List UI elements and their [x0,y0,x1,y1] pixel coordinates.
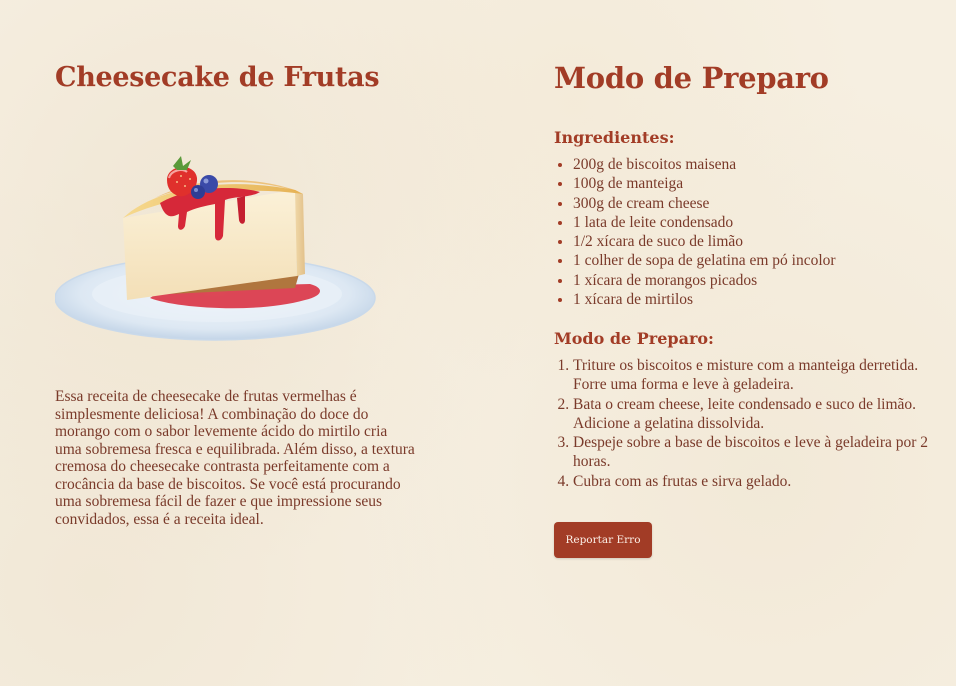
steps-list: Triture os biscoitos e misture com a man… [554,356,933,491]
ingredient-item: 1 xícara de morangos picados [573,271,836,290]
preparation-section: Modo de Preparo Ingredientes: 200g de bi… [554,56,928,558]
step-item: Bata o cream cheese, leite condensado e … [573,395,933,434]
recipe-title: Cheesecake de Frutas [55,62,380,93]
steps-heading: Modo de Preparo: [554,329,714,348]
ingredient-item: 1 colher de sopa de gelatina em pó incol… [573,251,836,270]
recipe-description: Essa receita de cheesecake de frutas ver… [55,388,415,528]
step-item: Triture os biscoitos e misture com a man… [573,356,933,395]
ingredient-item: 200g de biscoitos maisena [573,155,836,174]
ingredient-item: 1/2 xícara de suco de limão [573,232,836,251]
ingredients-list: 200g de biscoitos maisena 100g de mantei… [554,155,836,309]
ingredient-item: 1 lata de leite condensado [573,213,836,232]
report-error-button[interactable]: Reportar Erro [554,522,652,558]
ingredient-item: 1 xícara de mirtilos [573,290,836,309]
step-item: Despeje sobre a base de biscoitos e leve… [573,433,933,472]
recipe-intro: Cheesecake de Frutas Essa receita de che… [54,56,415,528]
cheesecake-image [54,148,385,348]
preparation-title: Modo de Preparo [554,61,829,95]
ingredient-item: 100g de manteiga [573,174,836,193]
step-item: Cubra com as frutas e sirva gelado. [573,472,933,491]
ingredients-heading: Ingredientes: [554,128,675,147]
ingredient-item: 300g de cream cheese [573,194,836,213]
